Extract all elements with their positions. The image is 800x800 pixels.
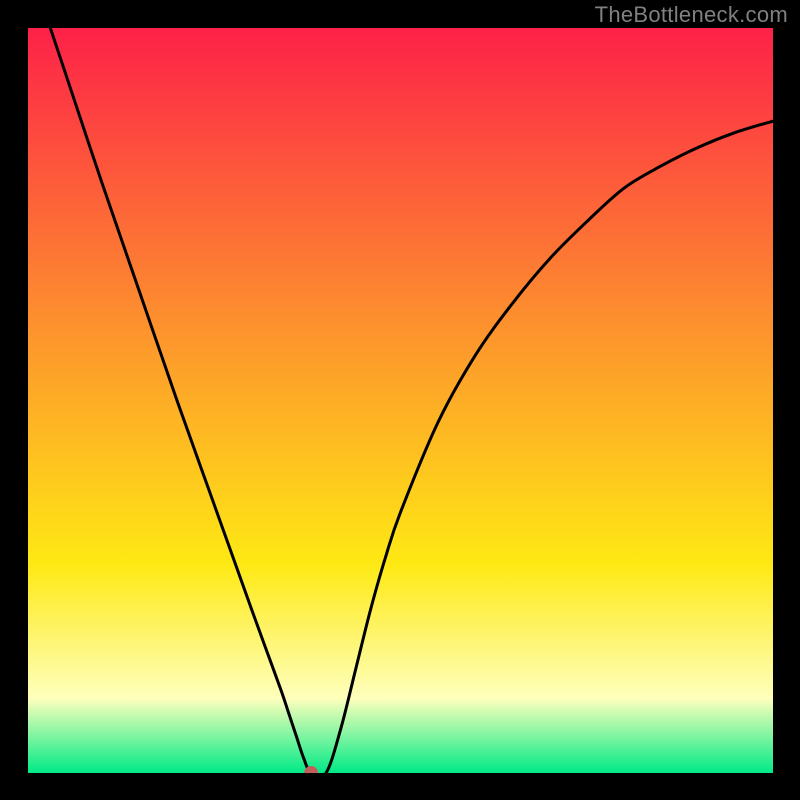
chart-background — [28, 28, 773, 773]
chart-frame: TheBottleneck.com — [0, 0, 800, 800]
chart-area — [28, 28, 773, 773]
chart-svg — [28, 28, 773, 773]
watermark-text: TheBottleneck.com — [595, 2, 788, 28]
